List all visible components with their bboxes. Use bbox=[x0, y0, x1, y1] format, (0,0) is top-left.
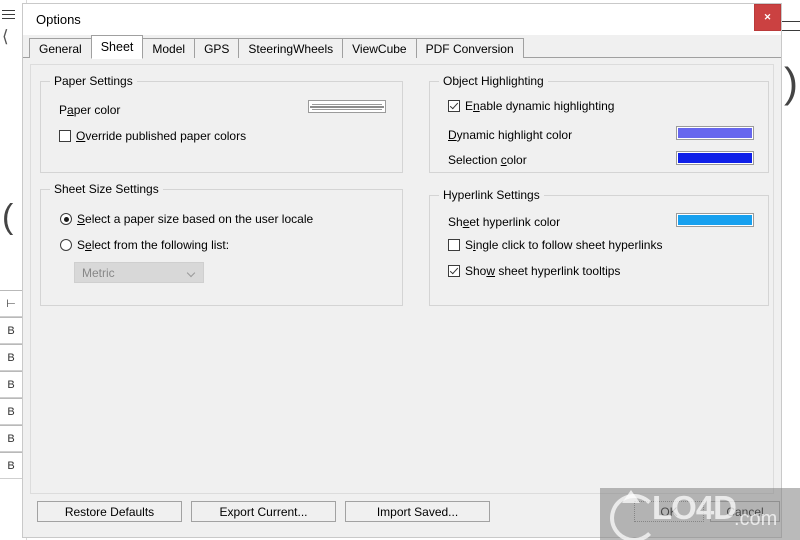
paper-color-swatch[interactable] bbox=[308, 100, 386, 113]
toolbar-cell[interactable]: B bbox=[0, 371, 22, 398]
tab-gps[interactable]: GPS bbox=[194, 38, 240, 58]
tab-list: General Sheet Model GPS SteeringWheels V… bbox=[29, 35, 524, 59]
export-current-button[interactable]: Export Current... bbox=[191, 501, 336, 522]
radio-label: Select from the following list: bbox=[77, 238, 230, 252]
ok-button[interactable]: OK bbox=[634, 501, 704, 522]
tab-viewcube[interactable]: ViewCube bbox=[342, 38, 417, 58]
checkbox-label: Override published paper colors bbox=[76, 129, 247, 143]
sheet-hyperlink-color-label: Sheet hyperlink color bbox=[448, 215, 561, 229]
group-hyperlink-settings: Hyperlink Settings Sheet hyperlink color… bbox=[429, 188, 769, 306]
sheet-hyperlink-color-fill bbox=[678, 215, 752, 225]
toolbar-cell[interactable]: B bbox=[0, 452, 22, 479]
chevron-down-icon bbox=[188, 270, 195, 277]
checkbox-single-click-follow-hyperlinks[interactable]: Single click to follow sheet hyperlinks bbox=[448, 238, 662, 252]
radio-circle bbox=[60, 239, 72, 251]
sheet-hyperlink-color-swatch[interactable] bbox=[676, 213, 754, 227]
dialog-button-bar: Restore Defaults Export Current... Impor… bbox=[23, 492, 781, 537]
checkbox-enable-dynamic-highlighting[interactable]: Enable dynamic highlighting bbox=[448, 99, 614, 113]
paper-size-dropdown-value: Metric bbox=[82, 266, 115, 280]
tab-general[interactable]: General bbox=[29, 38, 92, 58]
paper-color-motif-mid bbox=[310, 106, 384, 107]
radio-circle bbox=[60, 213, 72, 225]
tab-page-sheet: Paper Settings Paper color Override publ… bbox=[23, 58, 781, 537]
group-sheet-size-settings: Sheet Size Settings Select a paper size … bbox=[40, 182, 403, 306]
paper-color-label: Paper color bbox=[59, 103, 121, 117]
group-paper-settings-title: Paper Settings bbox=[50, 74, 137, 88]
toolbar-cell[interactable]: B bbox=[0, 344, 22, 371]
toolbar-cell[interactable]: B bbox=[0, 398, 22, 425]
toolbar-cell[interactable]: B bbox=[0, 317, 22, 344]
dynamic-highlight-color-swatch[interactable] bbox=[676, 126, 754, 140]
selection-color-swatch[interactable] bbox=[676, 151, 754, 165]
checkbox-override-published-paper-colors[interactable]: Override published paper colors bbox=[59, 129, 246, 143]
group-paper-settings: Paper Settings Paper color Override publ… bbox=[40, 74, 403, 173]
group-hyperlink-settings-title: Hyperlink Settings bbox=[439, 188, 544, 202]
bracket-decoration-right-icon: ) bbox=[784, 59, 798, 106]
dialog-title: Options bbox=[36, 12, 81, 27]
selection-color-label: Selection color bbox=[448, 153, 527, 167]
radio-paper-size-user-locale[interactable]: Select a paper size based on the user lo… bbox=[60, 212, 313, 226]
import-saved-button[interactable]: Import Saved... bbox=[345, 501, 490, 522]
paper-size-dropdown[interactable]: Metric bbox=[74, 262, 204, 283]
restore-defaults-button[interactable]: Restore Defaults bbox=[37, 501, 182, 522]
dynamic-highlight-color-label: Dynamic highlight color bbox=[448, 128, 573, 142]
checkbox-box bbox=[59, 130, 71, 142]
group-object-highlighting-title: Object Highlighting bbox=[439, 74, 548, 88]
radio-label: Select a paper size based on the user lo… bbox=[77, 212, 314, 226]
dialog-titlebar: Options ✕ bbox=[23, 4, 781, 35]
options-dialog: Options ✕ General Sheet Model GPS Steeri… bbox=[22, 3, 782, 538]
chevron-left-icon[interactable]: ⟨ bbox=[2, 28, 9, 45]
dynamic-highlight-color-fill bbox=[678, 128, 752, 138]
tab-pdf-conversion[interactable]: PDF Conversion bbox=[415, 38, 524, 58]
background-vertical-toolbar: ⊢ B B B B B B bbox=[0, 290, 22, 479]
toolbar-cell[interactable]: B bbox=[0, 425, 22, 452]
tab-model[interactable]: Model bbox=[142, 38, 196, 58]
paper-color-motif-bottom bbox=[312, 109, 382, 110]
group-object-highlighting: Object Highlighting Enable dynamic highl… bbox=[429, 74, 769, 173]
paper-color-motif-top bbox=[312, 104, 382, 105]
bracket-decoration-icon: ( bbox=[2, 198, 14, 236]
checkbox-box bbox=[448, 239, 460, 251]
tab-steeringwheels[interactable]: SteeringWheels bbox=[238, 38, 344, 58]
tab-sheet[interactable]: Sheet bbox=[90, 35, 144, 59]
tab-strip: General Sheet Model GPS SteeringWheels V… bbox=[23, 35, 781, 59]
checkbox-show-hyperlink-tooltips[interactable]: Show sheet hyperlink tooltips bbox=[448, 264, 620, 278]
checkbox-box bbox=[448, 265, 460, 277]
cancel-button[interactable]: Cancel bbox=[710, 501, 780, 522]
radio-select-from-list[interactable]: Select from the following list: bbox=[60, 238, 229, 252]
sheet-settings-pane: Paper Settings Paper color Override publ… bbox=[30, 64, 774, 494]
checkbox-label: Enable dynamic highlighting bbox=[465, 99, 615, 113]
menu-hamburger-icon[interactable] bbox=[2, 10, 15, 21]
selection-color-fill bbox=[678, 153, 752, 163]
checkbox-box bbox=[448, 100, 460, 112]
close-icon[interactable]: ✕ bbox=[754, 4, 781, 31]
checkbox-label: Show sheet hyperlink tooltips bbox=[465, 264, 621, 278]
checkbox-label: Single click to follow sheet hyperlinks bbox=[465, 238, 663, 252]
toolbar-cell[interactable]: ⊢ bbox=[0, 290, 22, 317]
group-sheet-size-settings-title: Sheet Size Settings bbox=[50, 182, 163, 196]
